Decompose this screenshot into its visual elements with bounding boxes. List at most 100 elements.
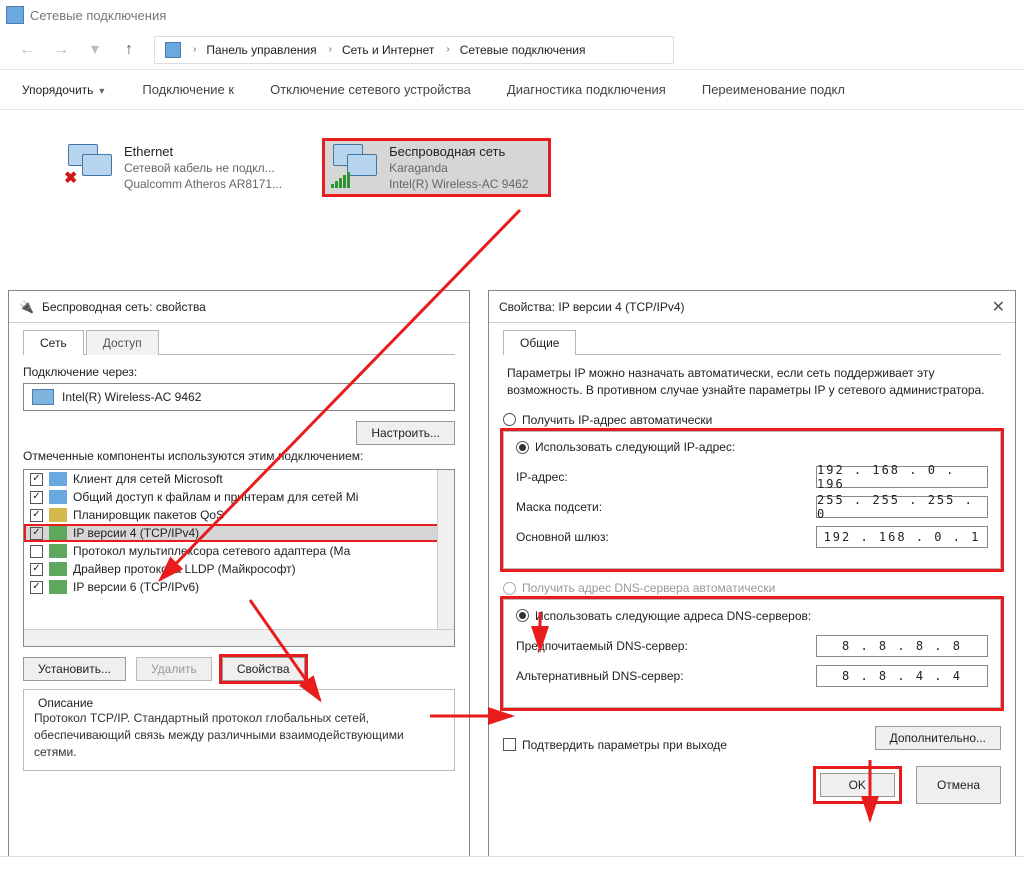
nav-back-icon[interactable]: ← xyxy=(18,41,36,59)
toolbar-disable[interactable]: Отключение сетевого устройства xyxy=(270,82,471,97)
tab-general[interactable]: Общие xyxy=(503,330,576,355)
checkbox-icon[interactable]: ✓ xyxy=(30,473,43,486)
breadcrumb[interactable]: ›Панель управления ›Сеть и Интернет ›Сет… xyxy=(154,36,674,64)
breadcrumb-net[interactable]: Сеть и Интернет xyxy=(342,43,434,57)
adapter-dialog-title: 🔌 Беспроводная сеть: свойства xyxy=(9,291,469,323)
radio-icon xyxy=(503,582,516,595)
nav-bar: ← → ▾ ↑ ›Панель управления ›Сеть и Интер… xyxy=(0,30,1024,70)
adapter-field: Intel(R) Wireless-AC 9462 xyxy=(23,383,455,411)
radio-icon xyxy=(503,413,516,426)
adapter-name: Intel(R) Wireless-AC 9462 xyxy=(62,390,201,404)
radio-use-ip[interactable]: Использовать следующий IP-адрес: xyxy=(516,440,741,454)
confirm-on-exit-check[interactable]: Подтвердить параметры при выходе xyxy=(503,738,727,752)
toolbar-connect[interactable]: Подключение к xyxy=(142,82,234,97)
input-ip[interactable]: 192 . 168 . 0 . 196 xyxy=(816,466,988,488)
wifi-ssid: Karaganda xyxy=(389,161,528,175)
label-dns1: Предпочитаемый DNS-сервер: xyxy=(516,639,688,653)
toolbar-rename[interactable]: Переименование подкл xyxy=(702,82,845,97)
component-icon xyxy=(49,508,67,522)
component-icon xyxy=(49,526,67,540)
description-heading: Описание xyxy=(34,696,97,710)
ipv4-dialog-title: Свойства: IP версии 4 (TCP/IPv4) ✕ xyxy=(489,291,1015,323)
radio-auto-ip[interactable]: Получить IP-адрес автоматически xyxy=(503,413,1001,427)
list-item: Протокол мультиплексора сетевого адаптер… xyxy=(24,542,454,560)
label-ip: IP-адрес: xyxy=(516,470,568,484)
component-icon xyxy=(49,490,67,504)
ipv4-tabs: Общие xyxy=(503,329,1001,355)
ipv4-dialog-title-text: Свойства: IP версии 4 (TCP/IPv4) xyxy=(499,300,685,314)
explorer-window: Сетевые подключения ← → ▾ ↑ ›Панель упра… xyxy=(0,0,1024,280)
error-x-icon: ✖ xyxy=(64,168,77,188)
radio-icon xyxy=(516,609,529,622)
nic-settings-icon: 🔌 xyxy=(19,300,34,314)
label-dns2: Альтернативный DNS-сервер: xyxy=(516,669,684,683)
label-gw: Основной шлюз: xyxy=(516,530,609,544)
scrollbar-vertical[interactable] xyxy=(437,470,454,629)
list-item: ✓Общий доступ к файлам и принтерам для с… xyxy=(24,488,454,506)
tab-network[interactable]: Сеть xyxy=(23,330,84,355)
install-button[interactable]: Установить... xyxy=(23,657,126,681)
dns-group: Использовать следующие адреса DNS-сервер… xyxy=(503,599,1001,708)
adapter-properties-dialog: 🔌 Беспроводная сеть: свойства Сеть Досту… xyxy=(8,290,470,880)
connection-ethernet[interactable]: ✖ Ethernet Сетевой кабель не подкл... Qu… xyxy=(58,138,292,197)
ok-button[interactable]: OK xyxy=(820,773,895,797)
connection-wifi[interactable]: Беспроводная сеть Karaganda Intel(R) Wir… xyxy=(322,138,551,197)
ok-highlight: OK xyxy=(813,766,902,804)
nav-up-icon[interactable]: ↑ xyxy=(120,41,138,59)
nav-forward-icon[interactable]: → xyxy=(52,41,70,59)
tab-access[interactable]: Доступ xyxy=(86,330,159,355)
checkbox-icon[interactable]: ✓ xyxy=(30,509,43,522)
list-item: ✓IP версии 6 (TCP/IPv6) xyxy=(24,578,454,596)
close-icon[interactable]: ✕ xyxy=(992,297,1005,317)
list-item-ipv4: ✓IP версии 4 (TCP/IPv4) xyxy=(24,524,454,542)
advanced-button[interactable]: Дополнительно... xyxy=(875,726,1001,750)
checkbox-icon[interactable] xyxy=(30,545,43,558)
checkbox-icon[interactable]: ✓ xyxy=(30,491,43,504)
components-list[interactable]: ✓Клиент для сетей Microsoft ✓Общий досту… xyxy=(23,469,455,647)
checkbox-icon[interactable]: ✓ xyxy=(30,581,43,594)
toolbar-organize[interactable]: Упорядочить▼ xyxy=(22,82,106,97)
input-mask[interactable]: 255 . 255 . 255 . 0 xyxy=(816,496,988,518)
radio-icon xyxy=(516,441,529,454)
label-mask: Маска подсети: xyxy=(516,500,602,514)
wifi-adapter: Intel(R) Wireless-AC 9462 xyxy=(389,177,528,191)
input-dns2[interactable]: 8 . 8 . 4 . 4 xyxy=(816,665,988,687)
input-gw[interactable]: 192 . 168 . 0 . 1 xyxy=(816,526,988,548)
component-icon xyxy=(49,472,67,486)
control-panel-icon xyxy=(165,42,181,58)
wifi-name: Беспроводная сеть xyxy=(389,144,528,159)
checkbox-icon[interactable]: ✓ xyxy=(30,527,43,540)
explorer-statusbar xyxy=(0,856,1024,886)
description-text: Протокол TCP/IP. Стандартный протокол гл… xyxy=(34,710,444,760)
explorer-toolbar: Упорядочить▼ Подключение к Отключение се… xyxy=(0,70,1024,110)
explorer-titlebar: Сетевые подключения xyxy=(0,0,1024,30)
radio-auto-dns: Получить адрес DNS-сервера автоматически xyxy=(503,581,1001,595)
nav-history-icon[interactable]: ▾ xyxy=(86,41,104,59)
ethernet-status: Сетевой кабель не подкл... xyxy=(124,161,282,175)
adapter-tabs: Сеть Доступ xyxy=(23,329,455,355)
component-icon xyxy=(49,544,67,558)
adapter-dialog-title-text: Беспроводная сеть: свойства xyxy=(42,300,206,314)
breadcrumb-conn[interactable]: Сетевые подключения xyxy=(460,43,586,57)
description-box: Описание Протокол TCP/IP. Стандартный пр… xyxy=(23,689,455,771)
components-label: Отмеченные компоненты используются этим … xyxy=(23,449,455,463)
ipv4-info-text: Параметры IP можно назначать автоматичес… xyxy=(507,365,997,399)
ethernet-adapter: Qualcomm Atheros AR8171... xyxy=(124,177,282,191)
configure-button[interactable]: Настроить... xyxy=(356,421,455,445)
input-dns1[interactable]: 8 . 8 . 8 . 8 xyxy=(816,635,988,657)
signal-bars-icon xyxy=(331,172,350,188)
breadcrumb-root[interactable]: Панель управления xyxy=(206,43,316,57)
connection-list: ✖ Ethernet Сетевой кабель не подкл... Qu… xyxy=(0,110,1024,197)
list-item: ✓Планировщик пакетов QoS xyxy=(24,506,454,524)
toolbar-diag[interactable]: Диагностика подключения xyxy=(507,82,666,97)
nic-icon xyxy=(32,389,54,405)
cancel-button[interactable]: Отмена xyxy=(916,766,1001,804)
checkbox-icon[interactable]: ✓ xyxy=(30,563,43,576)
window-title: Сетевые подключения xyxy=(30,8,166,23)
properties-button[interactable]: Свойства xyxy=(222,657,305,681)
component-icon xyxy=(49,562,67,576)
scrollbar-horizontal[interactable] xyxy=(24,629,454,646)
list-item: ✓Клиент для сетей Microsoft xyxy=(24,470,454,488)
radio-use-dns[interactable]: Использовать следующие адреса DNS-сервер… xyxy=(516,609,817,623)
ipv4-properties-dialog: Свойства: IP версии 4 (TCP/IPv4) ✕ Общие… xyxy=(488,290,1016,880)
